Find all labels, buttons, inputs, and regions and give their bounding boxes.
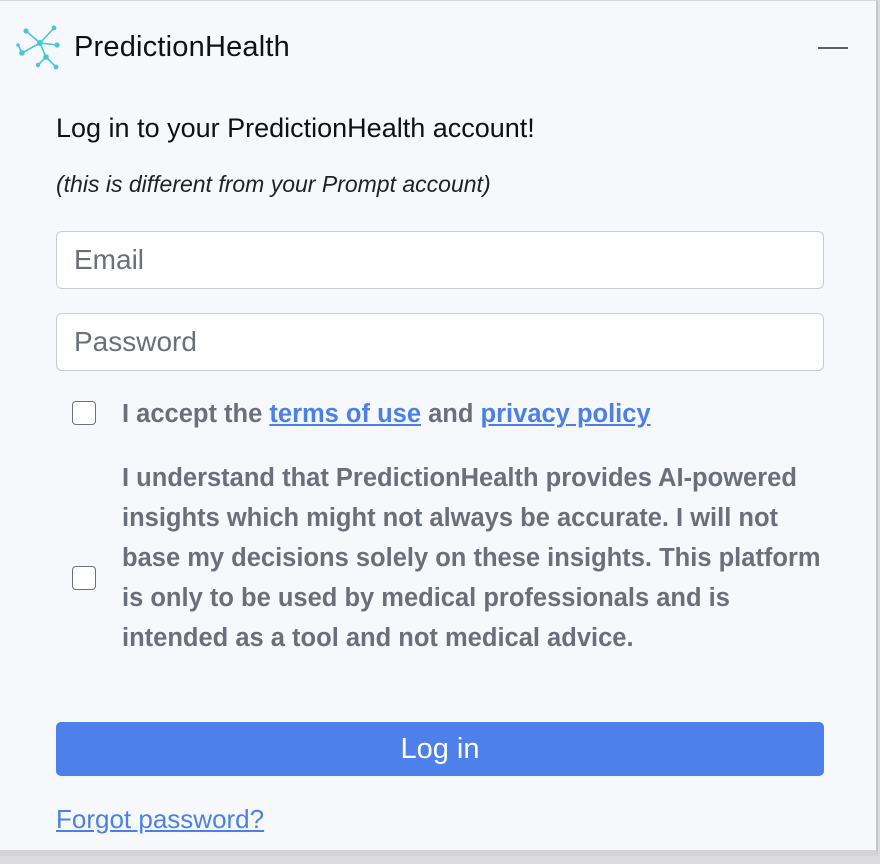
brand-name: PredictionHealth bbox=[74, 30, 290, 63]
disclaimer-checkbox-row bbox=[72, 566, 96, 590]
terms-of-use-link[interactable]: terms of use bbox=[269, 400, 421, 428]
login-window: PredictionHealth Log in to your Predicti… bbox=[0, 0, 878, 856]
page-subtitle: (this is different from your Prompt acco… bbox=[56, 171, 491, 197]
terms-label: I accept the terms of use and privacy po… bbox=[122, 394, 842, 434]
login-button[interactable]: Log in bbox=[56, 722, 824, 776]
forgot-password-link[interactable]: Forgot password? bbox=[56, 804, 264, 835]
disclaimer-checkbox[interactable] bbox=[72, 566, 96, 590]
network-nodes-icon bbox=[16, 23, 64, 71]
terms-checkbox-row bbox=[72, 401, 96, 425]
page-title: Log in to your PredictionHealth account! bbox=[56, 113, 535, 143]
password-field[interactable] bbox=[56, 313, 824, 371]
terms-checkbox[interactable] bbox=[72, 401, 96, 425]
terms-middle: and bbox=[421, 400, 481, 428]
email-field[interactable] bbox=[56, 231, 824, 289]
disclaimer-label: I understand that PredictionHealth provi… bbox=[122, 464, 821, 652]
privacy-policy-link[interactable]: privacy policy bbox=[481, 400, 651, 428]
minimize-icon[interactable] bbox=[818, 47, 848, 49]
app-header: PredictionHealth bbox=[16, 23, 290, 71]
terms-prefix: I accept the bbox=[122, 400, 270, 428]
